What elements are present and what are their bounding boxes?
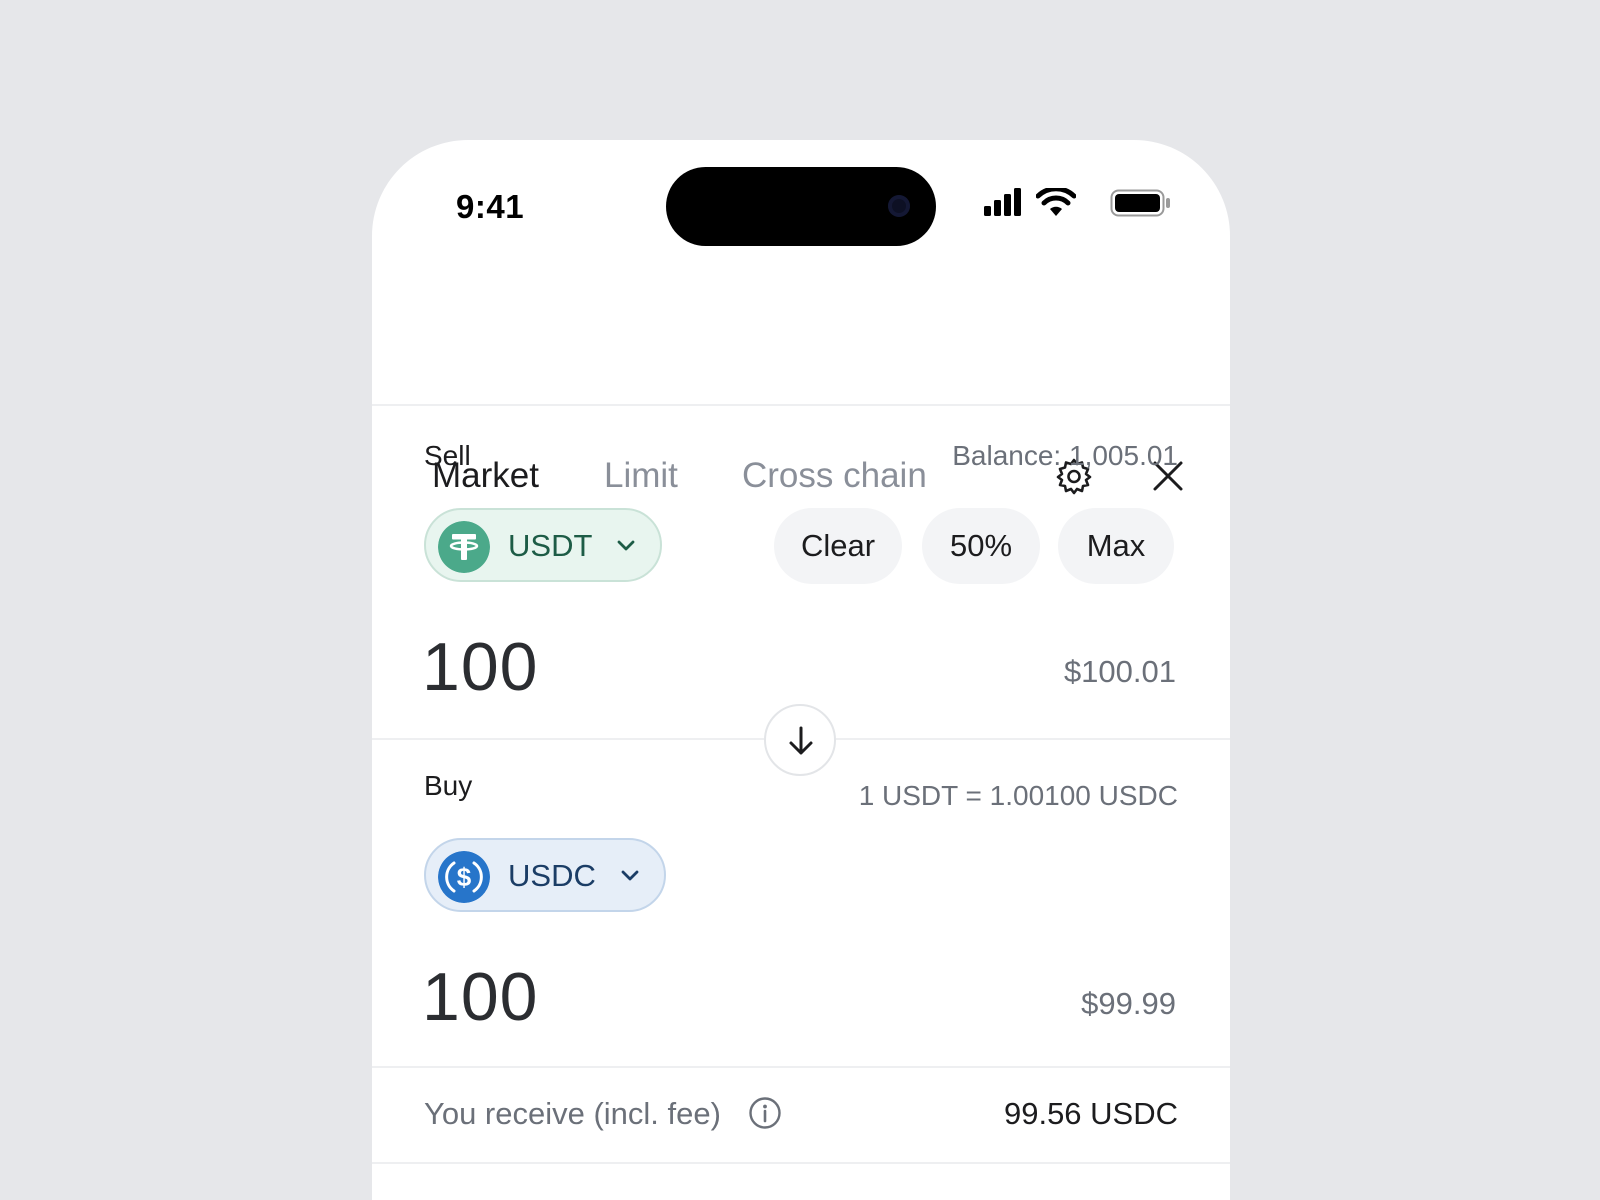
status-time: 9:41 (456, 188, 525, 225)
sell-balance[interactable]: Balance: 1,005.01 (952, 440, 1178, 472)
sell-label: Sell (424, 440, 471, 471)
swap-direction-button[interactable] (764, 704, 836, 776)
sell-amount-input[interactable]: 100 (422, 628, 538, 706)
bottom-divider (372, 1162, 1230, 1164)
tab-cross-chain[interactable]: Cross chain (742, 456, 927, 496)
battery-icon (1110, 189, 1170, 217)
header-divider (372, 404, 1230, 406)
buy-token-symbol: USDC (508, 858, 596, 893)
chevron-down-icon (621, 870, 639, 881)
tab-limit[interactable]: Limit (604, 456, 678, 496)
info-icon[interactable] (748, 1096, 782, 1130)
sell-token-symbol: USDT (508, 528, 593, 563)
wifi-icon (1036, 188, 1076, 216)
receive-label: You receive (incl. fee) (424, 1096, 721, 1131)
buy-amount-input[interactable]: 100 (422, 958, 538, 1036)
buy-label: Buy (424, 770, 473, 801)
buy-token-selector[interactable]: $ USDC (424, 838, 666, 912)
svg-text:$: $ (457, 862, 472, 892)
clear-button[interactable]: Clear (774, 508, 902, 584)
dynamic-island (666, 167, 936, 246)
section-divider (372, 1066, 1230, 1068)
sell-usd-value: $100.01 (1063, 654, 1176, 689)
max-amount-button[interactable]: Max (1058, 508, 1174, 584)
buy-usd-value: $99.99 (1081, 986, 1176, 1021)
exchange-rate: 1 USDT = 1.00100 USDC (858, 780, 1178, 811)
chevron-down-icon (617, 540, 635, 551)
camera-icon (888, 195, 910, 217)
cellular-signal-icon (984, 188, 1021, 216)
tether-icon (438, 521, 490, 573)
status-bar: 9:41 (372, 140, 1230, 250)
phone-screen: 9:41 Market Limit Cross chain Sell Balan… (372, 140, 1230, 1200)
usdc-icon: $ (438, 851, 490, 903)
arrow-down-icon (789, 726, 813, 755)
half-amount-button[interactable]: 50% (922, 508, 1040, 584)
sell-token-selector[interactable]: USDT (424, 508, 662, 582)
receive-value: 99.56 USDC (1003, 1096, 1178, 1131)
